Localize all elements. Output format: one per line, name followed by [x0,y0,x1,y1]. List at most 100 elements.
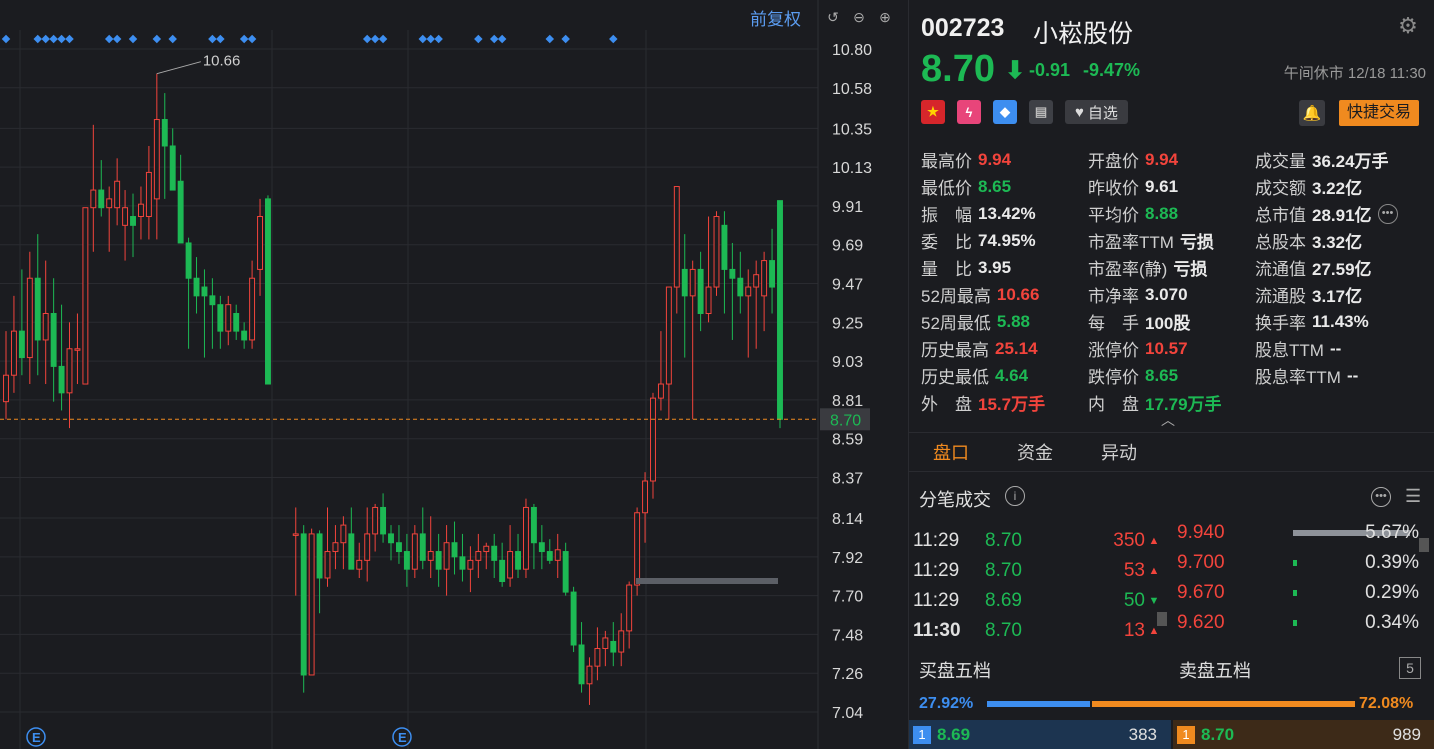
buy-ratio-percent: 27.92% [919,695,974,712]
list-settings-icon[interactable]: ☰ [1405,486,1421,507]
pe-ttm-value: 亏损 [1179,233,1214,252]
candle-body [66,348,73,394]
distribution-bar [1293,590,1297,596]
hot-lightning-icon[interactable]: ϟ [957,100,981,124]
stats-row: 振 幅 13.42% 平均价 8.88 总市值 28.91亿 ••• [921,200,1431,227]
chevron-up-icon[interactable]: ︿ [1161,410,1175,430]
y-tick-label: 8.81 [832,393,863,410]
candle-body [308,533,315,676]
pe-static-value: 亏损 [1173,260,1208,279]
distribution-percent: 0.39% [1365,552,1419,573]
tick-list[interactable]: 11:29 8.70 350 ▲ 11:29 8.70 53 ▲ 11:29 8.69 50 ▼ 11:… [913,526,1163,646]
candle-body [201,286,208,297]
sell-level-row[interactable]: 1 8.70 989 [1173,720,1434,749]
quote-panel: 002723 小崧股份 ⚙ 8.70 ⬇ -0.91 -9.47% 午间休市 1… [908,0,1434,749]
add-favorite-button[interactable]: ♥ 自选 [1065,100,1128,124]
candle-body [185,242,192,279]
price-adjust-toggle[interactable]: 前复权 [750,5,801,30]
candlestick-chart[interactable]: 10.80 10.58 10.35 10.13 9.91 9.69 9.47 9.25 9.03… [0,0,908,749]
lot-size-label: 每 手 [1088,314,1139,333]
stats-row: 最低价 8.65 昨收价 9.61 成交额 3.22亿 [921,173,1431,200]
open-label: 开盘价 [1088,152,1139,171]
gear-icon[interactable]: ⚙ [1396,14,1420,38]
y-tick-label: 10.58 [832,81,872,98]
stats-row: 委 比 74.95% 市盈率TTM 亏损 总股本 3.32亿 [921,227,1431,254]
pb-value: 3.070 [1145,284,1188,304]
scrollbar-thumb[interactable] [1419,538,1429,552]
buy-sell-ratio-bar [987,701,1355,707]
y-tick-label: 8.14 [832,511,863,528]
float-shares-value: 3.17亿 [1312,287,1363,306]
candle-body [356,559,363,570]
y-tick-label: 7.92 [832,550,863,567]
candle-body [737,277,744,297]
stats-row: 外 盘 15.7万手 内 盘 17.79万手 [921,389,1431,416]
stats-row: 历史最高 25.14 涨停价 10.57 股息TTM -- [921,335,1431,362]
lot-size-value: 100股 [1145,314,1191,333]
zoom-out-icon[interactable]: ⊖ [849,7,869,27]
pe-ttm-label: 市盈率TTM [1088,233,1174,252]
event-dot-marker [1,34,11,44]
tag-icon[interactable]: ◆ [993,100,1017,124]
triangle-up-icon: ▲ [1148,535,1160,547]
y-tick-label: 10.80 [832,42,872,59]
event-dot-marker [561,34,570,44]
event-dot-marker [370,34,380,44]
more-icon[interactable]: ••• [1371,487,1391,507]
dividend-rate-value: -- [1346,365,1359,385]
triangle-up-icon: ▲ [1148,565,1160,577]
distribution-row: 9.620 0.34% [1177,608,1433,638]
y-tick-label: 7.04 [832,705,863,722]
distribution-percent: 0.34% [1365,612,1419,633]
limit-down-value: 8.65 [1145,365,1179,385]
event-dot-marker [152,34,162,44]
zoom-in-icon[interactable]: ⊕ [875,7,895,27]
candle-body [443,542,450,570]
candle-body [161,119,168,147]
stats-grid: 最高价 9.94 开盘价 9.94 成交量 36.24万手 最低价 8.65 昨收价 9.… [921,146,1431,416]
tab-orderbook[interactable]: 盘口 [909,433,993,471]
candle-body [233,312,240,332]
tick-price: 8.70 [985,560,1022,581]
tick-price: 8.69 [985,590,1022,611]
float-value-value: 27.59亿 [1312,260,1372,279]
candle-body [58,365,65,394]
y-tick-label: 7.70 [832,589,863,606]
bell-icon[interactable]: 🔔 [1299,100,1325,126]
volume-ratio-label: 量 比 [921,260,972,279]
event-dot-marker [112,34,122,44]
dividend-rate-label: 股息率TTM [1255,368,1341,387]
tab-movement[interactable]: 异动 [1077,433,1161,471]
turnover-label: 换手率 [1255,314,1306,333]
candle-body [292,533,299,536]
event-dot-marker [128,34,138,44]
reset-icon[interactable]: ↺ [823,7,843,27]
more-icon[interactable]: ••• [1377,203,1398,224]
event-dot-marker [41,34,50,44]
candlestick-chart-panel[interactable]: 10.80 10.58 10.35 10.13 9.91 9.69 9.47 9.25 9.03… [0,0,908,749]
levels-toggle-button[interactable]: 5 [1399,657,1421,679]
buy-level-row[interactable]: 1 8.69 383 [909,720,1171,749]
amplitude-value: 13.42% [978,203,1036,223]
scrollbar-thumb[interactable] [1157,612,1167,626]
stock-quote-window: 10.80 10.58 10.35 10.13 9.91 9.69 9.47 9.25 9.03… [0,0,1434,749]
candle-body [395,542,402,553]
tick-row: 11:29 8.70 53 ▲ [913,556,1163,586]
document-icon[interactable]: ▤ [1029,100,1053,124]
distribution-bar [1293,560,1297,566]
info-icon[interactable]: i [1005,486,1025,506]
event-dot-marker [104,34,114,44]
quick-trade-button[interactable]: 快捷交易 [1339,100,1420,126]
tab-capital[interactable]: 资金 [993,433,1077,471]
market-status: 午间休市 12/18 11:30 [1283,65,1426,82]
distribution-bar [1293,620,1297,626]
candle-body [769,260,776,288]
candle-body [713,216,720,288]
tick-row: 11:29 8.69 50 ▼ [913,586,1163,616]
candle-body [515,551,521,570]
distribution-row: 9.670 0.29% [1177,578,1433,608]
tick-row: 11:30 8.70 13 ▲ [913,616,1163,646]
high-annotation-label: 10.66 [203,53,241,70]
bid-ratio-value: 74.95% [978,230,1036,250]
y-tick-label: 9.91 [832,199,863,216]
